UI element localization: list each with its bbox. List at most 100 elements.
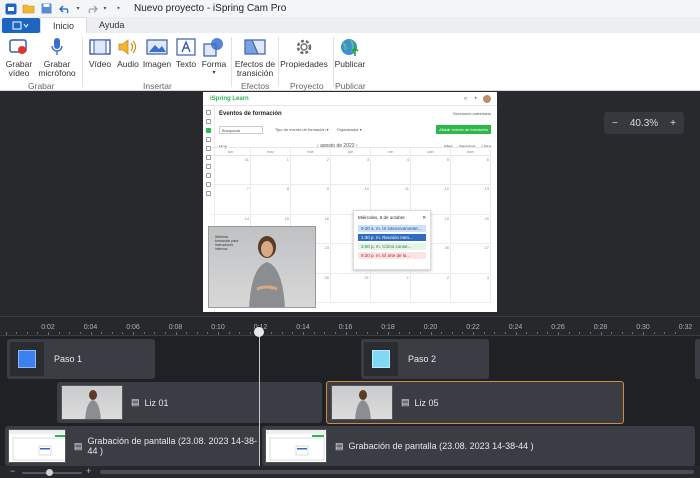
- window-title: Nuevo proyecto - iSpring Cam Pro: [134, 3, 287, 14]
- slide-clip-paso1[interactable]: Paso 1: [7, 339, 155, 379]
- popup-title: Miércoles, 6 de octubre: [358, 215, 405, 220]
- insert-text-button[interactable]: Texto: [174, 36, 198, 69]
- record-video-button[interactable]: Grabar vídeo: [5, 36, 33, 78]
- ruler-tick: [313, 332, 315, 334]
- tab-inicio[interactable]: Inicio: [40, 17, 88, 33]
- ruler-tick: [600, 332, 602, 335]
- close-icon: ✕: [422, 215, 426, 220]
- calendar-day: 13: [451, 185, 491, 215]
- ruler-tick: [111, 332, 113, 334]
- properties-button[interactable]: Propiedades: [280, 36, 328, 69]
- timeline-zoom-in[interactable]: +: [86, 466, 91, 476]
- calendar-day: 31: [331, 273, 371, 303]
- record-microphone-button[interactable]: Grabar micrófono: [35, 36, 79, 78]
- ruler-tick: [504, 332, 506, 334]
- customize-icon[interactable]: ▪: [111, 2, 126, 16]
- group-separator: [82, 37, 83, 87]
- insert-shape-button[interactable]: Forma ▾: [201, 36, 227, 78]
- ribbon: Grabar vídeo Grabar micrófono Vídeo Audi…: [0, 33, 700, 91]
- redo-icon[interactable]: [84, 2, 99, 16]
- transition-effects-label: Efectos de transición: [234, 59, 276, 78]
- ruler-tick: [366, 332, 368, 334]
- gear-icon: [292, 36, 316, 58]
- ruler-tick: [526, 332, 528, 334]
- clip-label: Grabación de pantalla (23.08. 2023 14-38…: [87, 436, 258, 456]
- calendar-day: 31: [211, 156, 251, 186]
- app-menu-button[interactable]: [2, 18, 40, 33]
- playhead-handle[interactable]: [254, 327, 264, 337]
- save-icon[interactable]: [39, 2, 54, 16]
- slide-heading: Eventos de formación: [219, 111, 282, 117]
- ruler-tick: [345, 332, 347, 335]
- zoom-out-button[interactable]: −: [612, 118, 618, 129]
- ruler-tick: [26, 332, 28, 334]
- timeline-zoom-out[interactable]: −: [10, 466, 15, 476]
- slide-search-input: Búsqueda: [219, 125, 263, 134]
- transition-icon: [243, 36, 267, 58]
- ruler-tick: [164, 332, 166, 334]
- slide-clip-paso2[interactable]: Paso 2: [361, 339, 489, 379]
- timeline-zoom-handle[interactable]: [46, 469, 53, 476]
- playhead-line[interactable]: [259, 328, 260, 478]
- slide-preview[interactable]: iSpring Learn ○ ◔ Eventos de formación S…: [203, 92, 497, 312]
- transition-effects-button[interactable]: Efectos de transición: [235, 36, 275, 78]
- ruler-tick: [37, 332, 39, 334]
- chevron-down-icon: ▾: [212, 70, 216, 76]
- calendar-day: 7: [211, 185, 251, 215]
- calendar-day: 3: [331, 156, 371, 186]
- calendar-day: 2: [411, 273, 451, 303]
- clip-label: Paso 1: [54, 354, 83, 364]
- calendar-day: 8: [251, 185, 291, 215]
- ruler-tick-label: 0:10: [211, 324, 225, 331]
- screen-clip-2[interactable]: ▤ Grabación de pantalla (23.08. 2023 14-…: [262, 426, 695, 466]
- ruler-tick: [303, 332, 304, 335]
- insert-video-label: Vídeo: [88, 59, 112, 69]
- speaker-icon: [116, 36, 140, 58]
- undo-icon[interactable]: [57, 2, 72, 16]
- clip-thumbnail: [265, 429, 327, 463]
- ruler-tick: [441, 332, 443, 334]
- slide-swatch: [372, 350, 390, 368]
- weekday-header: dom: [451, 148, 491, 156]
- screen-clip-1[interactable]: ▤ Grabación de pantalla (23.08. 2023 14-…: [5, 426, 260, 466]
- weekday-header: sáb: [411, 148, 451, 156]
- ruler-tick: [558, 332, 559, 335]
- ruler-tick: [611, 332, 613, 334]
- calendar-sections-link: Secciones calendario: [452, 111, 491, 116]
- calendar-day: 5: [411, 156, 451, 186]
- slide-header: iSpring Learn ○ ◔: [203, 92, 497, 106]
- chevron-down-icon[interactable]: ▾: [102, 2, 108, 16]
- ruler-tick: [207, 332, 209, 334]
- slide-clip-next[interactable]: [695, 339, 700, 379]
- film-icon: ▤: [73, 440, 83, 451]
- insert-image-button[interactable]: Imagen: [142, 36, 172, 69]
- timeline-ruler[interactable]: 0:020:040:060:080:100:120:140:160:180:20…: [0, 316, 700, 336]
- video-clip-liz05[interactable]: ▤ Liz 05: [326, 381, 624, 424]
- timeline[interactable]: 0:020:040:060:080:100:120:140:160:180:20…: [0, 316, 700, 478]
- filter-organizer: Organizador ▾: [336, 127, 362, 132]
- zoom-level: 40.3%: [629, 117, 659, 129]
- ruler-tick-label: 0:16: [338, 324, 353, 331]
- ruler-tick: [5, 332, 7, 335]
- tab-ayuda[interactable]: Ayuda: [87, 17, 136, 33]
- ruler-tick: [409, 332, 411, 334]
- chevron-down-icon[interactable]: ▾: [75, 2, 81, 16]
- microphone-icon: [45, 36, 69, 58]
- ruler-tick-label: 0:22: [466, 324, 480, 331]
- zoom-in-button[interactable]: +: [670, 118, 676, 129]
- ruler-tick: [186, 332, 188, 334]
- video-clip-liz01[interactable]: ▤ Liz 01: [57, 382, 322, 423]
- ruler-tick: [122, 332, 124, 334]
- weekday-header: lun: [211, 148, 251, 156]
- ruler-tick: [249, 332, 251, 334]
- timeline-scrollbar[interactable]: [100, 470, 694, 474]
- calendar-day: 6: [451, 156, 491, 186]
- open-folder-icon[interactable]: [21, 2, 36, 16]
- publish-button[interactable]: Publicar: [335, 36, 365, 69]
- insert-audio-button[interactable]: Audio: [115, 36, 141, 69]
- insert-video-button[interactable]: Vídeo: [87, 36, 113, 69]
- ruler-tick-label: 0:20: [423, 324, 438, 331]
- ruler-tick: [292, 332, 294, 334]
- presenter-figure: [249, 236, 285, 307]
- film-icon: ▤: [131, 397, 140, 407]
